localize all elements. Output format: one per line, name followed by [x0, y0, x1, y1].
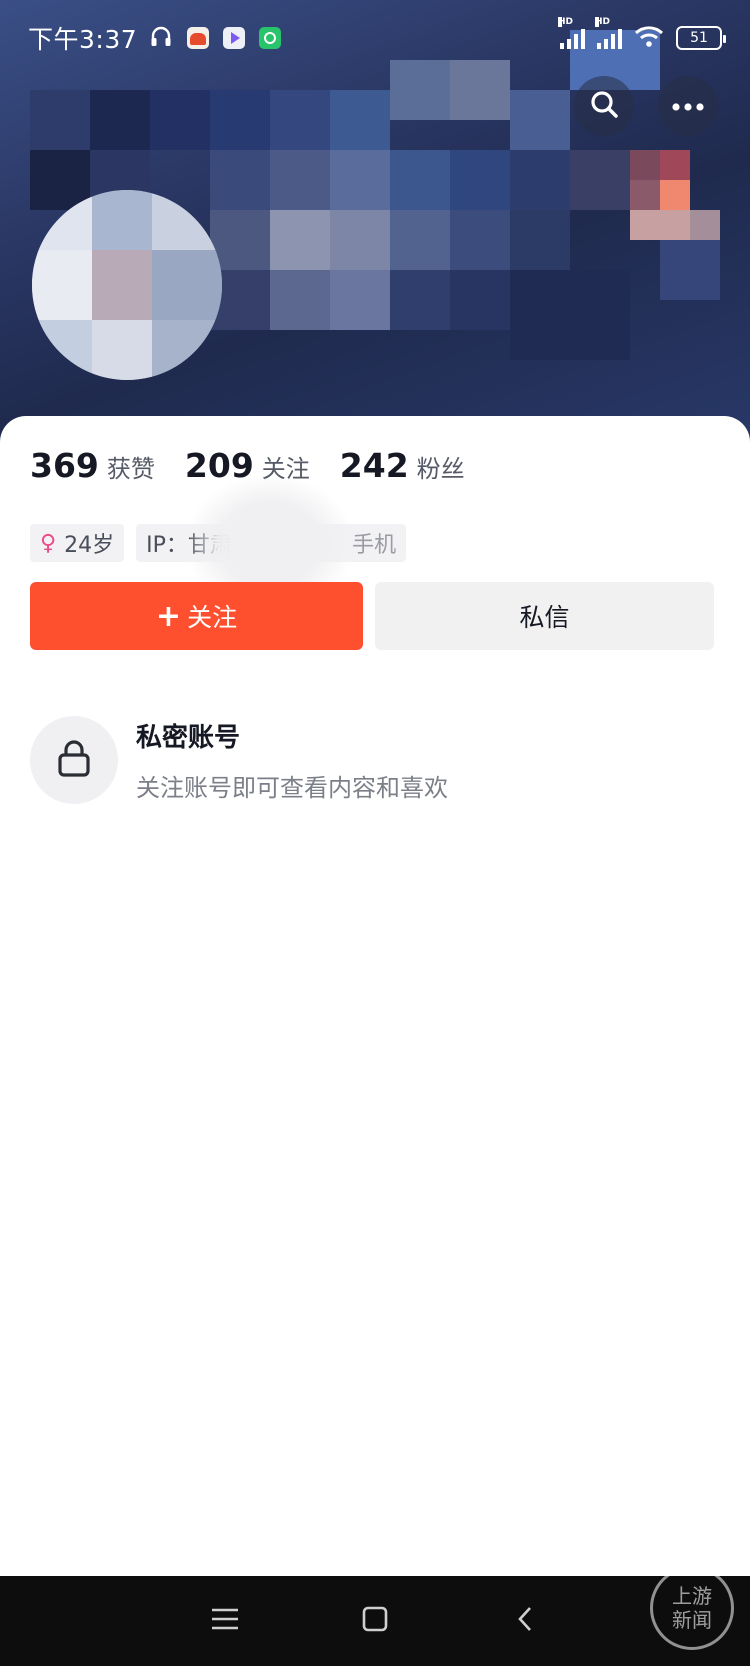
female-gender-icon: ♀	[40, 530, 57, 556]
app-notification-icon	[187, 27, 210, 49]
ip-location-suffix: 手机	[352, 533, 397, 558]
video-app-icon	[223, 27, 246, 49]
back-button[interactable]	[505, 1601, 545, 1641]
follow-button[interactable]: + 关注	[30, 582, 364, 650]
more-options-button[interactable]	[658, 76, 718, 136]
lock-icon	[56, 738, 92, 782]
news-watermark-logo: 上游 新闻	[650, 1566, 734, 1650]
menu-lines-icon	[211, 1607, 239, 1635]
profile-cover: 下午3:37 HD HD 51	[0, 0, 750, 440]
private-account-title: 私密账号	[136, 723, 241, 753]
signal-strength-icon-2: HD	[595, 17, 622, 49]
stat-followers-value: 242	[339, 446, 409, 485]
status-time: 下午3:37	[28, 25, 138, 54]
system-navigation-bar	[0, 1576, 750, 1666]
search-icon	[589, 89, 619, 123]
stat-likes-label: 获赞	[106, 455, 155, 483]
private-account-notice: 私密账号 关注账号即可查看内容和喜欢	[30, 716, 448, 804]
stat-likes[interactable]: 369 获赞	[30, 446, 155, 485]
more-dots-icon	[671, 97, 705, 116]
profile-content-sheet: 369 获赞 209 关注 242 粉丝 ♀ 24岁 IP：甘肃 手机 + 关注…	[0, 416, 750, 1576]
home-button[interactable]	[355, 1601, 395, 1641]
stat-likes-value: 369	[30, 446, 99, 485]
age-tag: ♀ 24岁	[30, 524, 125, 562]
headphones-icon	[149, 24, 173, 52]
search-button[interactable]	[574, 76, 634, 136]
stat-followers[interactable]: 242 粉丝	[340, 446, 465, 485]
wifi-icon	[634, 24, 664, 52]
recent-apps-button[interactable]	[205, 1601, 245, 1641]
green-app-icon	[259, 27, 282, 49]
home-square-icon	[362, 1606, 388, 1636]
plus-icon: +	[155, 598, 182, 634]
avatar[interactable]	[32, 190, 222, 380]
message-button-label: 私信	[519, 603, 570, 632]
stat-followers-label: 粉丝	[416, 455, 465, 483]
signal-strength-icon: HD	[558, 17, 585, 49]
status-bar: 下午3:37 HD HD 51	[0, 0, 750, 76]
age-tag-label: 24岁	[64, 533, 115, 558]
back-chevron-icon	[516, 1605, 534, 1637]
private-account-subtitle: 关注账号即可查看内容和喜欢	[136, 774, 448, 802]
message-button[interactable]: 私信	[375, 582, 714, 650]
battery-icon: 51	[676, 26, 726, 50]
follow-button-label: 关注	[187, 603, 238, 632]
profile-actions: + 关注 私信	[30, 582, 714, 650]
lock-icon-container	[30, 716, 118, 804]
